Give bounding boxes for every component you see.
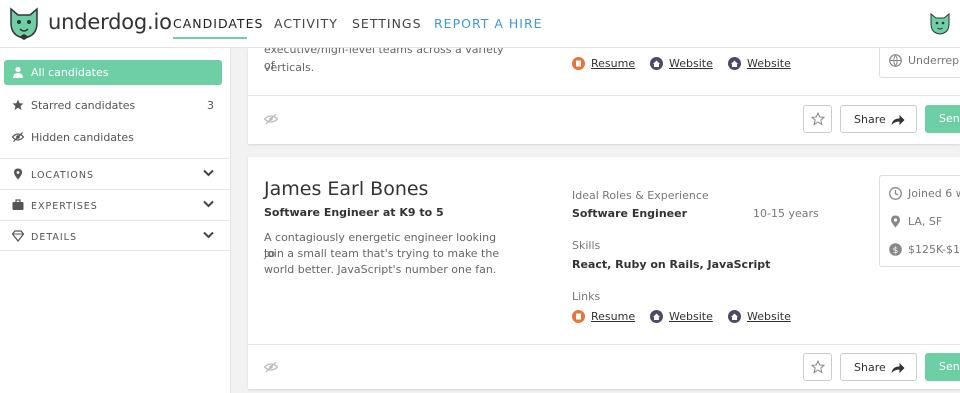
candidate-card: executive/high-level teams across a vari…: [248, 43, 960, 144]
filter-section-details[interactable]: DETAILS: [0, 220, 230, 251]
nav-activity[interactable]: ACTIVITY: [274, 16, 338, 31]
globe-icon: [889, 54, 902, 67]
brand-name[interactable]: underdog.io: [48, 10, 172, 34]
star-outline-icon: [811, 360, 825, 374]
candidate-card: James Earl Bones Software Engineer at K9…: [248, 157, 960, 389]
meta-row: Underrep: [889, 54, 960, 68]
map-pin-icon: [891, 215, 900, 228]
send-button-label: Send: [939, 112, 960, 125]
star-button[interactable]: [803, 105, 832, 133]
share-arrow-icon: [891, 363, 905, 373]
skills-value: React, Ruby on Rails, JavaScript: [572, 258, 771, 271]
home-icon: [650, 310, 663, 323]
bulldog-logo-icon[interactable]: [6, 5, 42, 41]
share-button-label: Share: [854, 361, 886, 374]
chevron-down-icon[interactable]: [203, 231, 214, 239]
filter-section-locations[interactable]: LOCATIONS: [0, 158, 230, 189]
meta-row-label: $125K-$14: [908, 243, 960, 256]
sidebar-item-hidden-candidates[interactable]: Hidden candidates: [4, 125, 222, 150]
website-link[interactable]: Website: [747, 57, 791, 70]
star-icon: [12, 99, 24, 110]
candidate-meta-box: Joined 6 w LA, SF $ $125K-$14: [879, 175, 960, 267]
resume-icon: [572, 57, 585, 70]
top-nav-bar: underdog.io CANDIDATES ACTIVITY SETTINGS…: [0, 0, 960, 48]
eye-slash-icon: [12, 132, 24, 142]
send-button-label: Send: [939, 360, 960, 373]
dollar-icon: $: [889, 243, 902, 256]
share-button[interactable]: Share: [840, 105, 917, 133]
send-button[interactable]: Send: [925, 353, 960, 381]
resume-icon: [572, 310, 585, 323]
sidebar-item-label: Starred candidates: [31, 99, 136, 112]
candidate-description-line: verticals.: [264, 61, 315, 74]
filter-section-expertises[interactable]: EXPERTISES: [0, 189, 230, 220]
experience-years: 10-15 years: [753, 207, 819, 220]
map-pin-icon: [14, 168, 22, 180]
user-avatar-icon[interactable]: [928, 11, 952, 35]
user-icon: [13, 66, 23, 78]
candidate-description-line: join a small team that's trying to make …: [264, 247, 500, 260]
resume-link[interactable]: Resume: [591, 57, 635, 70]
clock-icon: [889, 187, 902, 200]
sidebar: All candidates Starred candidates 3 Hidd…: [0, 48, 231, 393]
role-value: Software Engineer: [572, 207, 687, 220]
roles-label: Ideal Roles & Experience: [572, 189, 709, 202]
briefcase-icon: [12, 199, 24, 210]
meta-row-joined: Joined 6 w: [889, 187, 960, 201]
meta-row-label: Underrep: [908, 54, 960, 67]
hide-candidate-icon[interactable]: [264, 113, 278, 125]
nav-settings[interactable]: SETTINGS: [352, 16, 422, 31]
star-outline-icon: [811, 112, 825, 126]
sidebar-item-label: Hidden candidates: [31, 131, 134, 144]
meta-row-location: LA, SF: [889, 215, 960, 229]
chevron-down-icon[interactable]: [203, 200, 214, 208]
card-footer: Share Send: [248, 95, 960, 144]
share-arrow-icon: [891, 115, 905, 125]
meta-row-label: LA, SF: [908, 215, 943, 228]
starred-count: 3: [207, 99, 214, 112]
home-icon: [650, 57, 663, 70]
section-label: EXPERTISES: [31, 201, 98, 212]
section-label: DETAILS: [31, 232, 78, 243]
diamond-icon: [12, 230, 24, 242]
star-button[interactable]: [803, 353, 832, 381]
meta-row-salary: $ $125K-$14: [889, 243, 960, 257]
links-label: Links: [572, 290, 601, 303]
sidebar-item-label: All candidates: [31, 66, 109, 79]
home-icon: [728, 310, 741, 323]
section-label: LOCATIONS: [31, 170, 95, 181]
card-footer: Share Send: [248, 344, 960, 389]
resume-link[interactable]: Resume: [591, 310, 635, 323]
sidebar-item-starred-candidates[interactable]: Starred candidates 3: [4, 93, 222, 118]
nav-active-indicator: [173, 37, 247, 39]
sidebar-item-all-candidates[interactable]: All candidates: [4, 60, 222, 85]
nav-candidates[interactable]: CANDIDATES: [173, 16, 263, 31]
svg-text:$: $: [893, 246, 899, 256]
share-button[interactable]: Share: [840, 353, 917, 381]
home-icon: [728, 57, 741, 70]
skills-label: Skills: [572, 239, 601, 252]
hide-candidate-icon[interactable]: [264, 361, 278, 373]
website-link[interactable]: Website: [669, 57, 713, 70]
meta-row-label: Joined 6 w: [908, 187, 960, 200]
nav-report-a-hire[interactable]: REPORT A HIRE: [434, 16, 543, 31]
share-button-label: Share: [854, 113, 886, 126]
website-link[interactable]: Website: [669, 310, 713, 323]
candidate-name[interactable]: James Earl Bones: [264, 178, 428, 200]
candidate-title: Software Engineer at K9 to 5: [264, 206, 444, 219]
website-link[interactable]: Website: [747, 310, 791, 323]
chevron-down-icon[interactable]: [203, 169, 214, 177]
send-button[interactable]: Send: [925, 105, 960, 133]
candidate-meta-box: Underrep: [879, 44, 960, 78]
candidate-description-line: world better. JavaScript's number one fa…: [264, 263, 497, 276]
